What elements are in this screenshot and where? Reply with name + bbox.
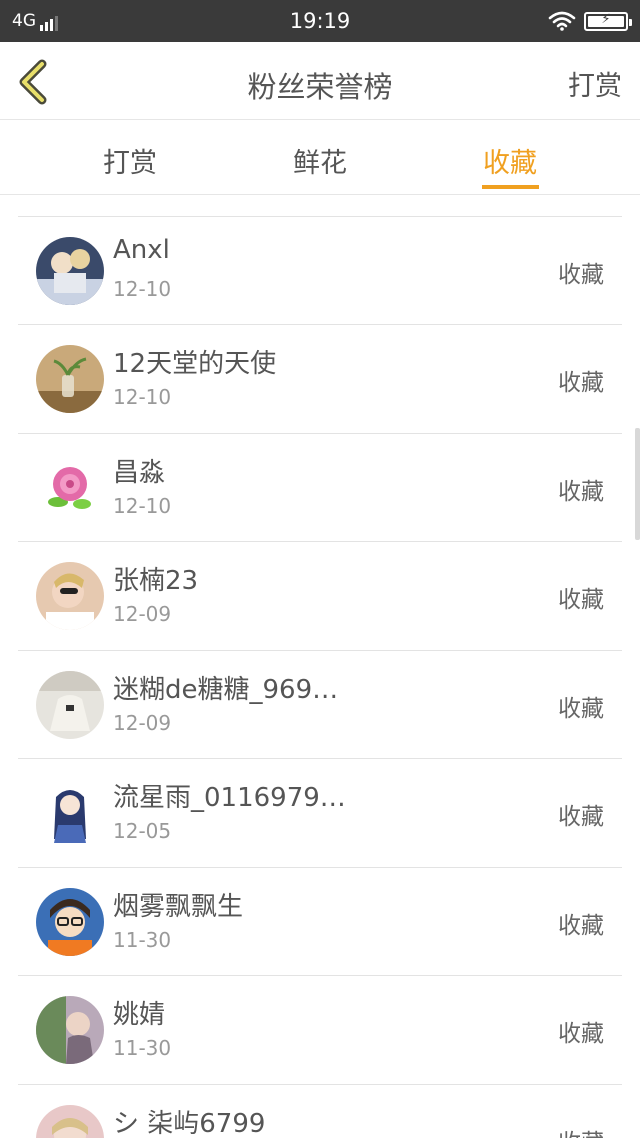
user-name: 烟雾飘飘生: [113, 891, 244, 922]
item-action: 收藏: [558, 804, 604, 830]
list-item[interactable]: 12天堂的天使 12-10 收藏: [0, 325, 640, 434]
avatar: [36, 345, 104, 413]
avatar: [36, 236, 104, 305]
list-item[interactable]: シ 柒屿6799 收藏: [0, 1085, 640, 1138]
avatar: [36, 670, 104, 739]
list-item[interactable]: 流星雨_0116979… 12-05 收藏: [0, 759, 640, 868]
avatar: [36, 453, 104, 522]
list-item[interactable]: 姚婧 11-30 收藏: [0, 976, 640, 1085]
user-name: 12天堂的天使: [113, 349, 277, 379]
reward-button[interactable]: 打赏: [568, 64, 622, 103]
user-name: 张楠23: [113, 566, 199, 596]
item-action: 收藏: [558, 1021, 604, 1047]
user-name: 姚婧: [113, 1000, 166, 1030]
item-date: 12-05: [113, 819, 172, 843]
list-item[interactable]: 昌淼 12-10 收藏: [0, 434, 640, 543]
user-name: 迷糊de糖糖_969…: [113, 674, 339, 705]
fan-list[interactable]: 12-10 Anxl 12-10 收藏 12天堂的天使 12-10 收藏 昌淼 …: [0, 196, 640, 1138]
item-date: 12-10: [113, 276, 172, 301]
list-item[interactable]: 张楠23 12-09 收藏: [0, 542, 640, 651]
list-item[interactable]: 迷糊de糖糖_969… 12-09 收藏: [0, 651, 640, 760]
tab-favorites[interactable]: 收藏: [450, 141, 570, 180]
user-name: Anxl: [113, 234, 170, 265]
clock: 19:19: [289, 9, 351, 33]
item-action: 收藏: [558, 478, 604, 505]
item-date: 12-10: [113, 493, 172, 518]
avatar: [36, 779, 104, 847]
list-item[interactable]: 12-10: [0, 196, 640, 217]
avatar: [36, 1104, 104, 1138]
user-name: 昌淼: [113, 457, 166, 488]
user-name: シ 柒屿6799: [113, 1108, 266, 1138]
item-action: 收藏: [558, 370, 604, 396]
item-date: 12-09: [113, 602, 172, 626]
battery-icon: ⚡: [584, 11, 632, 31]
active-tab-indicator: [482, 185, 539, 189]
item-action: 收藏: [558, 587, 604, 613]
list-item[interactable]: 烟雾飘飘生 11-30 收藏: [0, 868, 640, 977]
status-icons: ⚡: [548, 11, 632, 31]
scrollbar[interactable]: [635, 428, 640, 540]
avatar: [36, 887, 104, 956]
item-date: 12-09: [113, 710, 172, 735]
item-action: 收藏: [558, 1123, 604, 1138]
item-date: 11-30: [113, 1036, 172, 1060]
status-bar: 4G 19:19 ⚡: [0, 0, 640, 42]
tab-bar: 打赏 鲜花 收藏: [0, 121, 640, 195]
avatar: [36, 562, 104, 630]
wifi-icon: [548, 11, 576, 31]
list-item[interactable]: Anxl 12-10 收藏: [0, 217, 640, 326]
tab-flowers[interactable]: 鲜花: [260, 141, 380, 180]
item-date: 11-30: [113, 927, 172, 952]
item-action: 收藏: [558, 912, 604, 939]
avatar: [36, 996, 104, 1064]
nav-bar: 粉丝荣誉榜 打赏: [0, 42, 640, 120]
item-action: 收藏: [558, 695, 604, 722]
page-title: 粉丝荣誉榜: [247, 70, 393, 104]
item-action: 收藏: [558, 261, 604, 288]
user-name: 流星雨_0116979…: [113, 783, 346, 813]
tab-reward[interactable]: 打赏: [70, 141, 190, 180]
item-date: 12-10: [113, 385, 172, 409]
